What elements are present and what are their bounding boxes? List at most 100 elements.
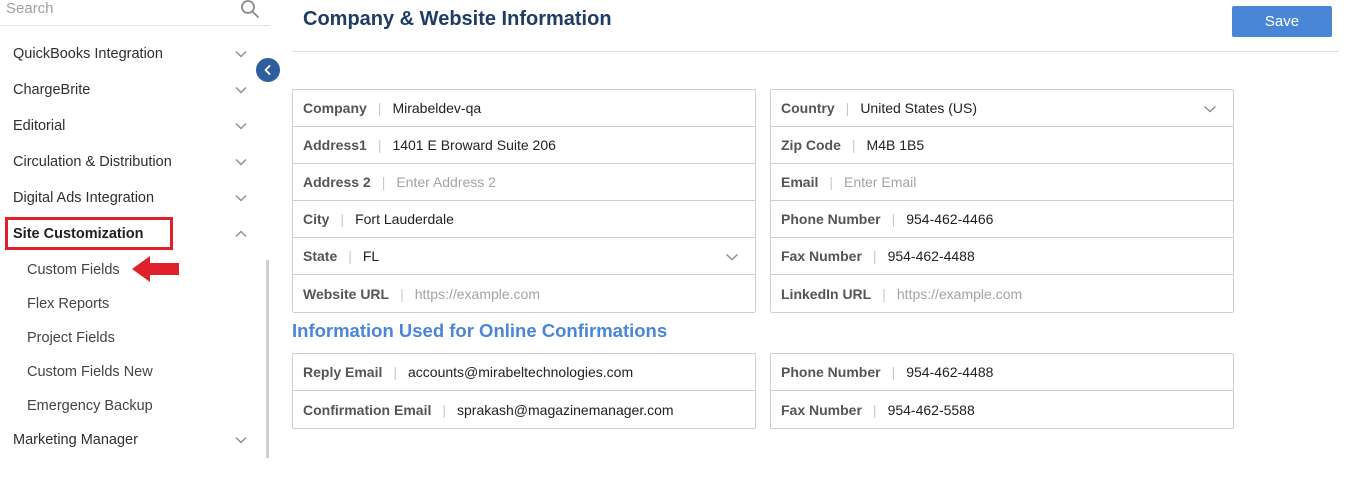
field-label: City bbox=[303, 211, 330, 227]
sidebar-item-label: Marketing Manager bbox=[13, 432, 138, 448]
search-icon[interactable] bbox=[240, 0, 260, 19]
company-field[interactable]: Company | Mirabeldev-qa bbox=[293, 90, 755, 127]
chevron-down-icon bbox=[235, 195, 247, 202]
email-field[interactable]: Email | bbox=[771, 164, 1233, 201]
address2-input[interactable] bbox=[396, 174, 657, 190]
city-value: Fort Lauderdale bbox=[355, 211, 454, 227]
confirmation-phone-field[interactable]: Phone Number | 954-462-4488 bbox=[771, 354, 1233, 391]
field-label: Address 2 bbox=[303, 174, 371, 190]
page-title: Company & Website Information bbox=[303, 8, 612, 30]
field-label: Email bbox=[781, 174, 819, 190]
field-separator: | bbox=[872, 401, 877, 418]
sidebar-subitem-custom-fields[interactable]: Custom Fields bbox=[27, 262, 120, 278]
sidebar-item-marketing-manager[interactable]: Marketing Manager bbox=[0, 422, 266, 458]
field-label: Fax Number bbox=[781, 401, 862, 418]
website-url-field[interactable]: Website URL | bbox=[293, 275, 755, 312]
sidebar-item-label: ChargeBrite bbox=[13, 82, 91, 98]
company-value: Mirabeldev-qa bbox=[392, 100, 482, 116]
field-separator: | bbox=[891, 364, 896, 380]
chevron-down-icon bbox=[235, 51, 247, 58]
field-separator: | bbox=[845, 100, 850, 116]
state-dropdown[interactable]: State | FL bbox=[293, 238, 755, 275]
sidebar-item-label: Circulation & Distribution bbox=[13, 154, 172, 170]
chevron-up-icon bbox=[235, 230, 247, 237]
field-separator: | bbox=[829, 174, 833, 190]
confirmations-heading: Information Used for Online Confirmation… bbox=[292, 320, 668, 341]
field-separator: | bbox=[340, 211, 345, 227]
sidebar-search bbox=[0, 0, 270, 26]
zip-code-field[interactable]: Zip Code | M4B 1B5 bbox=[771, 127, 1233, 164]
field-label: Phone Number bbox=[781, 364, 881, 380]
chevron-down-icon[interactable] bbox=[1203, 102, 1217, 116]
field-separator: | bbox=[393, 364, 398, 380]
sidebar-subitem-flex-reports[interactable]: Flex Reports bbox=[27, 296, 109, 312]
address1-value: 1401 E Broward Suite 206 bbox=[392, 137, 556, 153]
highlight-box bbox=[5, 217, 173, 250]
address2-field[interactable]: Address 2 | bbox=[293, 164, 755, 201]
field-separator: | bbox=[400, 285, 404, 302]
linkedin-url-input[interactable] bbox=[896, 285, 1157, 302]
field-label: Reply Email bbox=[303, 364, 383, 380]
zip-code-value: M4B 1B5 bbox=[866, 137, 925, 153]
address1-field[interactable]: Address1 | 1401 E Broward Suite 206 bbox=[293, 127, 755, 164]
field-separator: | bbox=[442, 401, 446, 418]
chevron-down-icon[interactable] bbox=[725, 250, 739, 264]
red-arrow-icon bbox=[132, 256, 179, 282]
search-input[interactable] bbox=[6, 0, 226, 20]
sidebar-item-chargebrite[interactable]: ChargeBrite bbox=[0, 72, 266, 108]
field-label: Phone Number bbox=[781, 211, 881, 227]
sidebar-scrollbar[interactable] bbox=[266, 260, 269, 458]
sidebar-subitem-project-fields[interactable]: Project Fields bbox=[27, 330, 115, 346]
chevron-down-icon bbox=[235, 437, 247, 444]
field-label: Address1 bbox=[303, 137, 367, 153]
confirmation-fax-field[interactable]: Fax Number | 954-462-5588 bbox=[771, 391, 1233, 428]
chevron-down-icon bbox=[235, 159, 247, 166]
field-label: Fax Number bbox=[781, 248, 862, 264]
sidebar-item-label: Digital Ads Integration bbox=[13, 190, 155, 206]
sidebar-item-digital-ads-integration[interactable]: Digital Ads Integration bbox=[0, 180, 266, 216]
field-separator: | bbox=[381, 174, 386, 190]
field-separator: | bbox=[872, 248, 877, 264]
sidebar-item-quickbooks-integration[interactable]: QuickBooks Integration bbox=[0, 36, 266, 72]
email-input[interactable] bbox=[844, 174, 1104, 190]
chevron-left-icon bbox=[264, 65, 271, 75]
field-label: Confirmation Email bbox=[303, 401, 432, 418]
confirmation-phone-value: 954-462-4488 bbox=[906, 364, 994, 380]
country-dropdown[interactable]: Country | United States (US) bbox=[771, 90, 1233, 127]
sidebar: QuickBooks Integration ChargeBrite Edito… bbox=[0, 0, 270, 458]
field-label: Website URL bbox=[303, 285, 390, 302]
field-label: Zip Code bbox=[781, 137, 841, 153]
sidebar-item-editorial[interactable]: Editorial bbox=[0, 108, 266, 144]
sidebar-subitem-emergency-backup[interactable]: Emergency Backup bbox=[27, 398, 153, 414]
title-divider bbox=[292, 51, 1339, 52]
phone-number-value: 954-462-4466 bbox=[906, 211, 994, 227]
confirmation-fax-value: 954-462-5588 bbox=[887, 401, 975, 418]
fax-number-value: 954-462-4488 bbox=[887, 248, 975, 264]
city-field[interactable]: City | Fort Lauderdale bbox=[293, 201, 755, 238]
fax-number-field[interactable]: Fax Number | 954-462-4488 bbox=[771, 238, 1233, 275]
save-button[interactable]: Save bbox=[1232, 6, 1332, 37]
field-label: State bbox=[303, 248, 338, 264]
confirmation-fields-left: Reply Email | accounts@mirabeltechnologi… bbox=[292, 353, 756, 429]
sidebar-item-circulation-distribution[interactable]: Circulation & Distribution bbox=[0, 144, 266, 180]
linkedin-url-field[interactable]: LinkedIn URL | bbox=[771, 275, 1233, 312]
country-value: United States (US) bbox=[860, 100, 978, 116]
sidebar-subitem-custom-fields-new[interactable]: Custom Fields New bbox=[27, 364, 153, 380]
field-separator: | bbox=[891, 211, 896, 227]
reply-email-field[interactable]: Reply Email | accounts@mirabeltechnologi… bbox=[293, 354, 755, 391]
collapse-sidebar-button[interactable] bbox=[256, 58, 280, 82]
field-separator: | bbox=[377, 100, 382, 116]
sidebar-item-label: QuickBooks Integration bbox=[13, 46, 163, 62]
field-label: LinkedIn URL bbox=[781, 285, 872, 302]
reply-email-value: accounts@mirabeltechnologies.com bbox=[408, 364, 634, 380]
chevron-down-icon bbox=[235, 87, 247, 94]
confirmation-email-value: sprakash@magazinemanager.com bbox=[457, 401, 674, 418]
sidebar-item-label: Editorial bbox=[13, 118, 66, 134]
field-separator: | bbox=[348, 248, 352, 264]
field-label: Company bbox=[303, 100, 367, 116]
field-separator: | bbox=[851, 137, 856, 153]
confirmation-fields-right: Phone Number | 954-462-4488 Fax Number |… bbox=[770, 353, 1234, 429]
confirmation-email-field[interactable]: Confirmation Email | sprakash@magazinema… bbox=[293, 391, 755, 428]
phone-number-field[interactable]: Phone Number | 954-462-4466 bbox=[771, 201, 1233, 238]
website-url-input[interactable] bbox=[414, 285, 675, 302]
